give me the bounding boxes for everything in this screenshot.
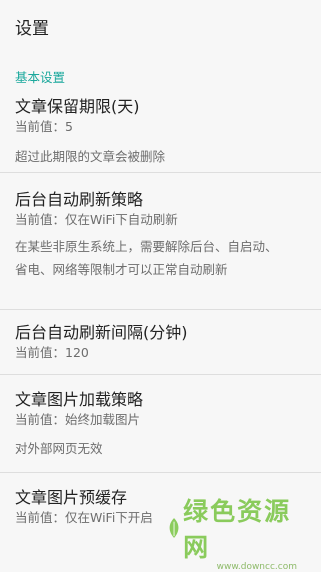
pref-description: 对外部网页无效 — [15, 441, 103, 456]
pref-description: 在某些非原生系统上，需要解除后台、自启动、 省电、网络等限制才可以正常自动刷新 — [15, 235, 306, 281]
pref-background-refresh-interval[interactable]: 后台自动刷新间隔(分钟) 当前值：120 — [0, 310, 321, 375]
pref-description: 超过此期限的文章会被删除 — [15, 149, 166, 164]
page-title: 设置 — [15, 18, 49, 39]
pref-title: 后台自动刷新间隔(分钟) — [15, 323, 188, 342]
pref-title: 后台自动刷新策略 — [15, 190, 144, 209]
watermark-logo: 绿色资源网 www.downcc.com — [165, 492, 305, 572]
pref-description-line: 在某些非原生系统上，需要解除后台、自启动、 — [15, 239, 278, 254]
pref-image-load-policy[interactable]: 文章图片加载策略 当前值：始终加载图片 对外部网页无效 — [0, 375, 321, 473]
pref-summary: 当前值：始终加载图片 — [15, 412, 141, 427]
pref-title: 文章图片加载策略 — [15, 390, 144, 409]
watermark-text: 绿色资源网 — [183, 497, 292, 562]
section-title: 基本设置 — [15, 70, 66, 85]
pref-title: 文章保留期限(天) — [15, 97, 140, 116]
app-bar: 设置 — [0, 0, 321, 52]
pref-background-refresh-policy[interactable]: 后台自动刷新策略 当前值：仅在WiFi下自动刷新 在某些非原生系统上，需要解除后… — [0, 173, 321, 310]
pref-description-line: 省电、网络等限制才可以正常自动刷新 — [15, 262, 228, 277]
pref-article-retention[interactable]: 文章保留期限(天) 当前值：5 超过此期限的文章会被删除 — [0, 86, 321, 173]
pref-summary: 当前值：仅在WiFi下自动刷新 — [15, 212, 178, 227]
watermark-url: www.downcc.com — [216, 562, 297, 572]
leaf-icon — [169, 518, 179, 538]
pref-summary: 当前值：120 — [15, 345, 89, 360]
section-header-basic: 基本设置 — [0, 50, 321, 86]
pref-summary: 当前值：5 — [15, 119, 73, 134]
